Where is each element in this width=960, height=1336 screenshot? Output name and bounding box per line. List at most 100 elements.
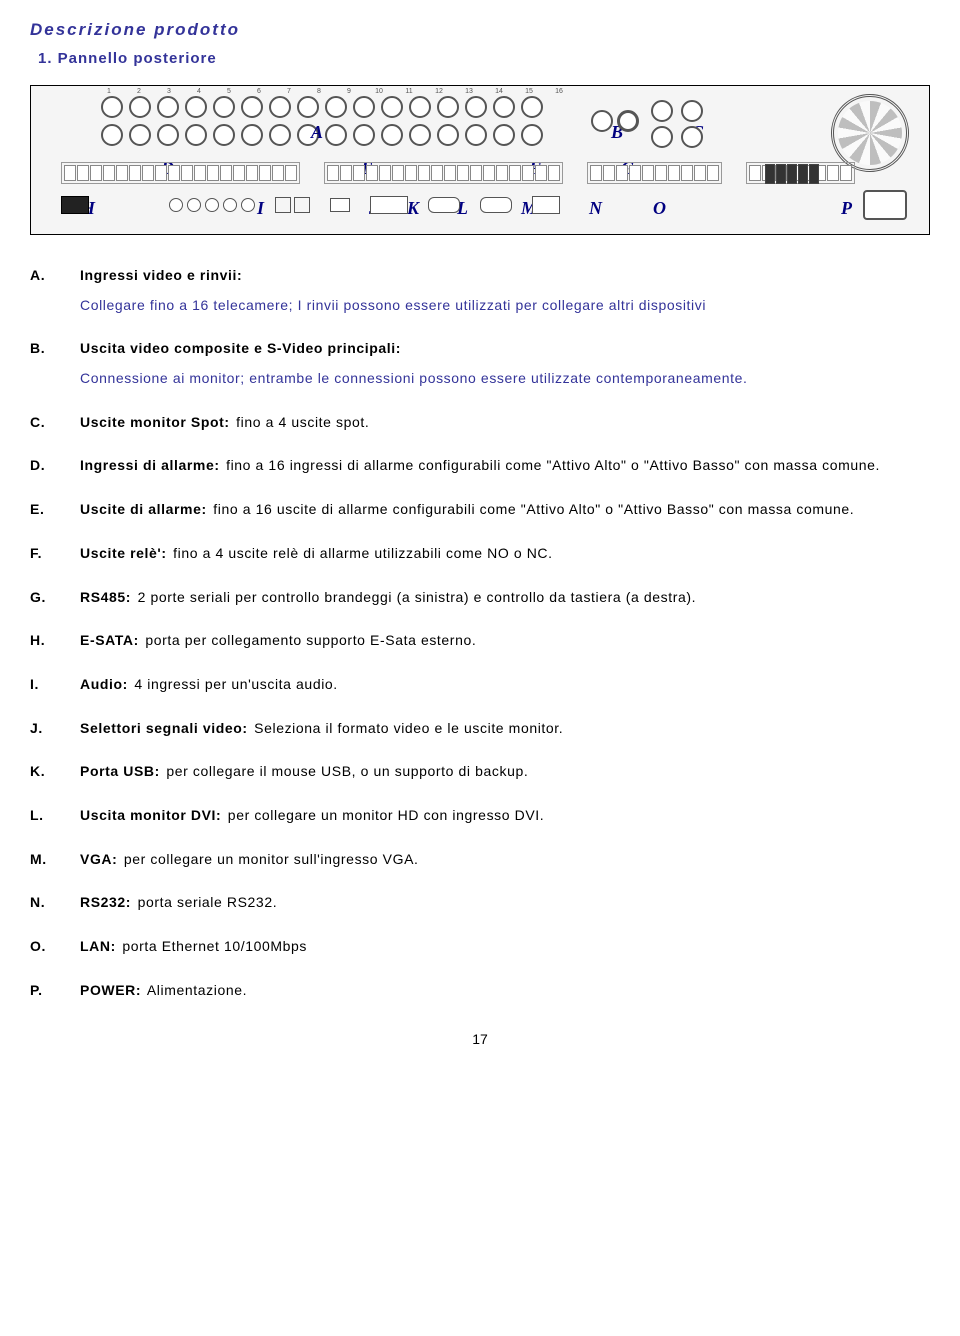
- audio-ports: [169, 198, 255, 212]
- subsection-title: 1. Pannello posteriore: [38, 50, 930, 67]
- main-out: [591, 110, 639, 132]
- definition-letter: C.: [30, 412, 80, 434]
- definition-body: Ingressi video e rinvii: Collegare fino a…: [80, 265, 930, 316]
- connector-row-1: [101, 96, 543, 118]
- definition-title: Uscite relè':: [80, 545, 167, 561]
- definition-title: Uscita video composite e S-Video princip…: [80, 340, 401, 356]
- terminal-alarm-out: [324, 162, 563, 184]
- definition-body: Audio: 4 ingressi per un'uscita audio.: [80, 674, 930, 696]
- definition-item: I.Audio: 4 ingressi per un'uscita audio.: [30, 674, 930, 696]
- diagram-channel-numbers: 12345678910111213141516: [101, 88, 567, 95]
- definition-title: Porta USB:: [80, 763, 160, 779]
- definition-letter: I.: [30, 674, 80, 696]
- definition-letter: E.: [30, 499, 80, 521]
- definition-item: M.VGA: per collegare un monitor sull'ing…: [30, 849, 930, 871]
- definition-item: E.Uscite di allarme: fino a 16 uscite di…: [30, 499, 930, 521]
- section-title: Descrizione prodotto: [30, 20, 930, 40]
- definition-body: LAN: porta Ethernet 10/100Mbps: [80, 936, 930, 958]
- terminal-relay: [587, 162, 722, 184]
- page-number: 17: [30, 1031, 930, 1047]
- usb-port-icon: [330, 198, 350, 212]
- definition-body: RS232: porta seriale RS232.: [80, 892, 930, 914]
- definition-description: porta per collegamento supporto E-Sata e…: [141, 632, 476, 648]
- definition-description: per collegare il mouse USB, o un support…: [162, 763, 528, 779]
- definition-body: Ingressi di allarme: fino a 16 ingressi …: [80, 455, 930, 477]
- definition-item: D.Ingressi di allarme: fino a 16 ingress…: [30, 455, 930, 477]
- definition-body: Uscite di allarme: fino a 16 uscite di a…: [80, 499, 930, 521]
- definition-item: F.Uscite relè': fino a 4 uscite relè di …: [30, 543, 930, 565]
- definition-item: A.Ingressi video e rinvii: Collegare fino…: [30, 265, 930, 316]
- definition-letter: D.: [30, 455, 80, 477]
- definition-letter: L.: [30, 805, 80, 827]
- definition-letter: H.: [30, 630, 80, 652]
- definitions-list: A.Ingressi video e rinvii: Collegare fino…: [30, 265, 930, 1001]
- diagram-letter-N: N: [589, 198, 602, 219]
- esata-port-icon: [61, 196, 89, 214]
- definition-description: porta seriale RS232.: [133, 894, 277, 910]
- video-select-switch: [275, 197, 310, 213]
- definition-description: Collegare fino a 16 telecamere; I rinvii…: [80, 295, 930, 317]
- definition-item: J.Selettori segnali video: Seleziona il …: [30, 718, 930, 740]
- definition-description: fino a 4 uscite relè di allarme utilizza…: [169, 545, 553, 561]
- definition-description: fino a 16 ingressi di allarme configurab…: [222, 457, 880, 473]
- definition-description: 4 ingressi per un'uscita audio.: [130, 676, 338, 692]
- definition-item: B.Uscita video composite e S-Video princ…: [30, 338, 930, 389]
- definition-description: per collegare un monitor HD con ingresso…: [223, 807, 544, 823]
- diagram-letter-O: O: [653, 198, 666, 219]
- rs232-port-icon: [480, 197, 512, 213]
- definition-letter: B.: [30, 338, 80, 389]
- definition-body: POWER: Alimentazione.: [80, 980, 930, 1002]
- definition-item: N.RS232: porta seriale RS232.: [30, 892, 930, 914]
- rear-panel-diagram: 12345678910111213141516 A B C D E F G H …: [30, 85, 930, 235]
- bottom-ports: [61, 196, 560, 214]
- definition-letter: J.: [30, 718, 80, 740]
- definition-title: VGA:: [80, 851, 117, 867]
- definition-title: Audio:: [80, 676, 128, 692]
- definition-title: Selettori segnali video:: [80, 720, 248, 736]
- definition-letter: F.: [30, 543, 80, 565]
- diagram-letter-P: P: [841, 198, 852, 219]
- definition-letter: N.: [30, 892, 80, 914]
- definition-title: Uscite di allarme:: [80, 501, 207, 517]
- spot-outputs: [651, 100, 703, 122]
- lan-port-icon: [532, 196, 560, 214]
- definition-body: E-SATA: porta per collegamento supporto …: [80, 630, 930, 652]
- definition-body: Porta USB: per collegare il mouse USB, o…: [80, 761, 930, 783]
- definition-title: RS485:: [80, 589, 131, 605]
- terminal-alarm-in: [61, 162, 300, 184]
- definition-body: Uscita monitor DVI: per collegare un mon…: [80, 805, 930, 827]
- definition-title: LAN:: [80, 938, 116, 954]
- diagram-letter-A: A: [311, 122, 323, 143]
- definition-title: Uscita monitor DVI:: [80, 807, 221, 823]
- spot-outputs-2: [651, 126, 703, 148]
- definition-title: Ingressi di allarme:: [80, 457, 220, 473]
- dvi-port-icon: [370, 196, 408, 214]
- definition-body: RS485: 2 porte seriali per controllo bra…: [80, 587, 930, 609]
- definition-description: porta Ethernet 10/100Mbps: [118, 938, 307, 954]
- definition-description: fino a 4 uscite spot.: [232, 414, 370, 430]
- definition-item: P.POWER: Alimentazione.: [30, 980, 930, 1002]
- vga-port-icon: [428, 197, 460, 213]
- definition-item: G.RS485: 2 porte seriali per controllo b…: [30, 587, 930, 609]
- definition-item: K.Porta USB: per collegare il mouse USB,…: [30, 761, 930, 783]
- definition-letter: A.: [30, 265, 80, 316]
- fan-icon: [831, 94, 909, 172]
- definition-body: VGA: per collegare un monitor sull'ingre…: [80, 849, 930, 871]
- definition-letter: M.: [30, 849, 80, 871]
- definition-description: Alimentazione.: [143, 982, 247, 998]
- definition-body: Uscite monitor Spot: fino a 4 uscite spo…: [80, 412, 930, 434]
- terminal-blocks: [61, 162, 855, 184]
- definition-title: Uscite monitor Spot:: [80, 414, 230, 430]
- definition-letter: K.: [30, 761, 80, 783]
- dip-switch-icon: [765, 164, 819, 184]
- definition-item: H.E-SATA: porta per collegamento support…: [30, 630, 930, 652]
- definition-item: L.Uscita monitor DVI: per collegare un m…: [30, 805, 930, 827]
- definition-body: Selettori segnali video: Seleziona il fo…: [80, 718, 930, 740]
- definition-letter: P.: [30, 980, 80, 1002]
- power-inlet-icon: [863, 190, 907, 220]
- definition-body: Uscita video composite e S-Video princip…: [80, 338, 930, 389]
- definition-title: Ingressi video e rinvii:: [80, 267, 242, 283]
- definition-letter: G.: [30, 587, 80, 609]
- definition-item: O.LAN: porta Ethernet 10/100Mbps: [30, 936, 930, 958]
- definition-title: E-SATA:: [80, 632, 139, 648]
